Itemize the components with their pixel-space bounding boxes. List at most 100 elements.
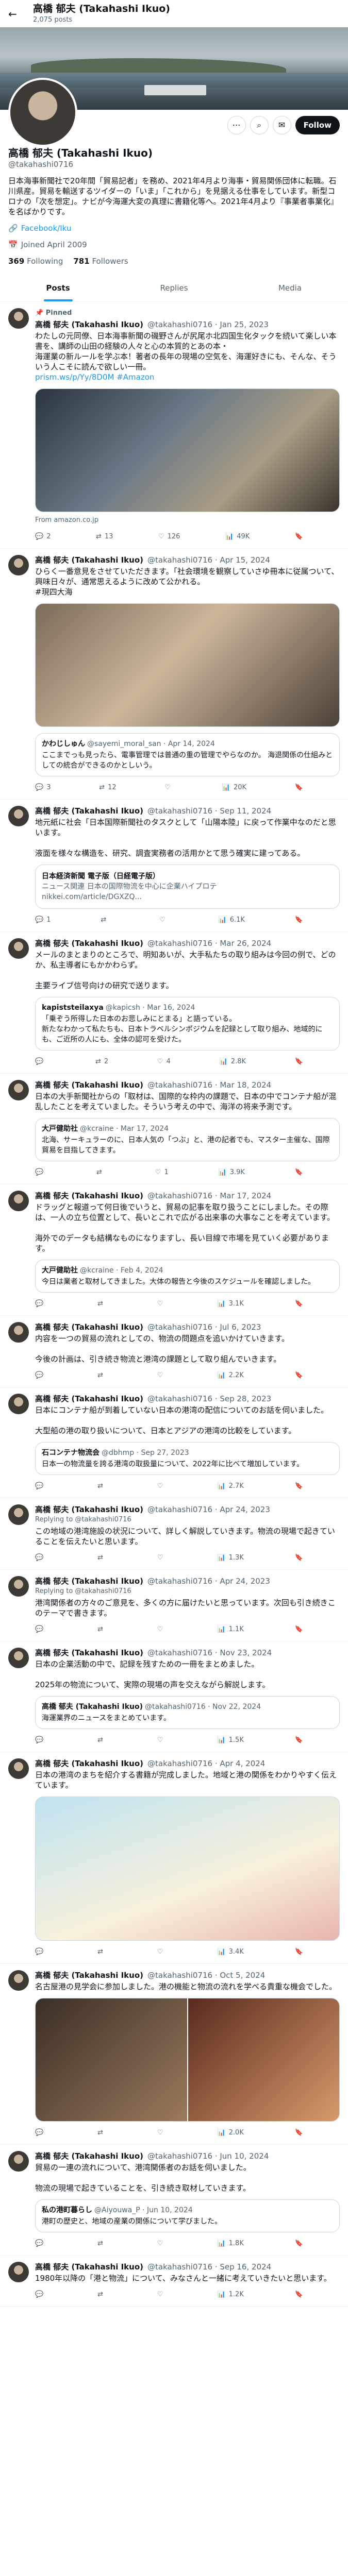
media-grid[interactable] bbox=[35, 1998, 340, 2122]
views-action[interactable]: 📊 2.2K bbox=[217, 1370, 243, 1381]
rt-action[interactable]: ⇄ bbox=[97, 1481, 106, 1492]
reply-action[interactable]: 💬 bbox=[35, 2128, 46, 2138]
author-handle[interactable]: @takahashi0716 · Mar 18, 2024 bbox=[147, 1080, 271, 1090]
author-name[interactable]: 高橋 郁夫 (Takahashi Ikuo) bbox=[35, 2151, 143, 2161]
tweet[interactable]: 高橋 郁夫 (Takahashi Ikuo) @takahashi0716 · M… bbox=[0, 1074, 348, 1184]
author-name[interactable]: 高橋 郁夫 (Takahashi Ikuo) bbox=[35, 2262, 143, 2272]
reply-action[interactable]: 💬 bbox=[35, 1299, 46, 1309]
author-handle[interactable]: @takahashi0716 · Sep 11, 2024 bbox=[147, 806, 271, 816]
author-name[interactable]: 高橋 郁夫 (Takahashi Ikuo) bbox=[35, 1322, 143, 1332]
author-handle[interactable]: @takahashi0716 · Apr 24, 2023 bbox=[147, 1504, 270, 1515]
like-action[interactable]: ♡ bbox=[157, 1735, 167, 1745]
following-count[interactable]: 369 Following bbox=[8, 256, 63, 266]
rt-action[interactable]: ⇄ bbox=[97, 1553, 106, 1563]
bookmark-icon[interactable]: 🔖 bbox=[295, 1370, 303, 1381]
back-arrow-icon[interactable]: ← bbox=[8, 9, 19, 19]
rt-action[interactable]: ⇄ bbox=[97, 2128, 106, 2138]
rt-action[interactable]: ⇄ bbox=[97, 1299, 106, 1309]
author-name[interactable]: 高橋 郁夫 (Takahashi Ikuo) bbox=[35, 319, 143, 330]
like-action[interactable]: ♡ bbox=[157, 1553, 167, 1563]
bookmark-icon[interactable]: 🔖 bbox=[295, 1299, 303, 1309]
rt-action[interactable]: ⇄ 2 bbox=[95, 1057, 108, 1067]
views-action[interactable]: 📊 2.8K bbox=[220, 1057, 246, 1067]
author-name[interactable]: 高橋 郁夫 (Takahashi Ikuo) bbox=[35, 1504, 143, 1515]
tweet[interactable]: 高橋 郁夫 (Takahashi Ikuo) @takahashi0716 · J… bbox=[0, 2145, 348, 2256]
author-name[interactable]: 高橋 郁夫 (Takahashi Ikuo) bbox=[35, 1758, 143, 1769]
avatar[interactable] bbox=[8, 1576, 29, 1597]
tweet[interactable]: 高橋 郁夫 (Takahashi Ikuo) @takahashi0716 · N… bbox=[0, 1641, 348, 1752]
rt-action[interactable]: ⇄ bbox=[97, 1370, 106, 1381]
more-options-icon[interactable]: ⋯ bbox=[227, 116, 246, 134]
reply-action[interactable]: 💬 bbox=[35, 1370, 46, 1381]
like-action[interactable]: ♡ bbox=[159, 915, 169, 925]
reply-action[interactable]: 💬 bbox=[35, 1167, 46, 1178]
bookmark-icon[interactable]: 🔖 bbox=[295, 1481, 303, 1492]
bookmark-icon[interactable]: 🔖 bbox=[295, 1167, 303, 1178]
rt-action[interactable]: ⇄ bbox=[97, 1624, 106, 1635]
like-action[interactable]: ♡ bbox=[157, 2239, 167, 2249]
tweet[interactable]: 高橋 郁夫 (Takahashi Ikuo) @takahashi0716 · S… bbox=[0, 1387, 348, 1498]
author-handle[interactable]: @takahashi0716 · Oct 5, 2024 bbox=[147, 1970, 265, 1980]
tweet-link[interactable]: prism.ws/p/Yy/8D0M #Amazon bbox=[35, 372, 340, 382]
author-name[interactable]: 高橋 郁夫 (Takahashi Ikuo) bbox=[35, 1191, 143, 1201]
avatar[interactable] bbox=[8, 1648, 29, 1668]
rt-action[interactable]: ⇄ bbox=[97, 2290, 106, 2300]
bookmark-icon[interactable]: 🔖 bbox=[295, 2290, 303, 2300]
tab-replies[interactable]: Replies bbox=[116, 275, 232, 301]
views-action[interactable]: 📊 6.1K bbox=[219, 915, 245, 925]
like-action[interactable]: ♡ 4 bbox=[157, 1057, 171, 1067]
profile-avatar[interactable] bbox=[8, 78, 77, 147]
like-action[interactable]: ♡ bbox=[157, 1299, 167, 1309]
views-action[interactable]: 📊 3.4K bbox=[217, 1947, 243, 1957]
quoted-tweet[interactable]: 石コンテナ物流会 @dbhmp · Sep 27, 2023 日本一の物流量を誇る港… bbox=[35, 1442, 340, 1475]
rt-action[interactable]: ⇄ bbox=[97, 1735, 106, 1745]
like-action[interactable]: ♡ bbox=[157, 1947, 167, 1957]
reply-action[interactable]: 💬 2 bbox=[35, 532, 51, 542]
rt-action[interactable]: ⇄ 12 bbox=[99, 783, 116, 793]
author-handle[interactable]: @takahashi0716 · Jan 25, 2023 bbox=[147, 319, 269, 330]
tweet[interactable]: 高橋 郁夫 (Takahashi Ikuo) @takahashi0716 · M… bbox=[0, 1184, 348, 1316]
like-action[interactable]: ♡ bbox=[157, 1624, 167, 1635]
follow-button[interactable]: Follow bbox=[295, 116, 340, 134]
reply-action[interactable]: 💬 bbox=[35, 1947, 46, 1957]
bookmark-icon[interactable]: 🔖 bbox=[295, 2239, 303, 2249]
avatar[interactable] bbox=[8, 1970, 29, 1991]
views-action[interactable]: 📊 2.0K bbox=[217, 2128, 243, 2138]
tab-posts[interactable]: Posts bbox=[0, 275, 116, 301]
views-action[interactable]: 📊 3.9K bbox=[219, 1167, 245, 1178]
avatar[interactable] bbox=[8, 938, 29, 959]
reply-action[interactable]: 💬 bbox=[35, 1735, 46, 1745]
tweet[interactable]: 高橋 郁夫 (Takahashi Ikuo) @takahashi0716 · M… bbox=[0, 932, 348, 1074]
author-name[interactable]: 高橋 郁夫 (Takahashi Ikuo) bbox=[35, 555, 143, 565]
author-name[interactable]: 高橋 郁夫 (Takahashi Ikuo) bbox=[35, 1648, 143, 1658]
reply-action[interactable]: 💬 1 bbox=[35, 915, 51, 925]
reply-action[interactable]: 💬 bbox=[35, 1481, 46, 1492]
quoted-tweet[interactable]: kapiststeilaxya @kapicsh · Mar 16, 2024 「乗… bbox=[35, 997, 340, 1050]
author-handle[interactable]: @takahashi0716 · Sep 28, 2023 bbox=[147, 1394, 271, 1404]
media-image[interactable] bbox=[35, 388, 340, 512]
quoted-tweet[interactable]: かわじしゅん @sayemi_moral_san · Apr 14, 2024 ここ… bbox=[35, 733, 340, 776]
notify-icon[interactable]: ✉ bbox=[272, 116, 291, 134]
avatar[interactable] bbox=[8, 1758, 29, 1779]
reply-action[interactable]: 💬 bbox=[35, 1553, 46, 1563]
author-name[interactable]: 高橋 郁夫 (Takahashi Ikuo) bbox=[35, 1080, 143, 1090]
avatar[interactable] bbox=[8, 555, 29, 575]
avatar[interactable] bbox=[8, 806, 29, 826]
media-image[interactable] bbox=[35, 603, 340, 727]
rt-action[interactable]: ⇄ bbox=[96, 1167, 105, 1178]
tweet[interactable]: 高橋 郁夫 (Takahashi Ikuo) @takahashi0716 · S… bbox=[0, 800, 348, 932]
like-action[interactable]: ♡ bbox=[164, 783, 174, 793]
rt-action[interactable]: ⇄ bbox=[97, 1947, 106, 1957]
avatar[interactable] bbox=[8, 1394, 29, 1414]
reply-action[interactable]: 💬 bbox=[35, 2290, 46, 2300]
author-handle[interactable]: @takahashi0716 · Apr 4, 2024 bbox=[147, 1758, 265, 1769]
reply-action[interactable]: 💬 bbox=[35, 1057, 46, 1067]
media-image[interactable] bbox=[35, 1797, 340, 1941]
rt-action[interactable]: ⇄ bbox=[97, 2239, 106, 2249]
tweet[interactable]: 高橋 郁夫 (Takahashi Ikuo) @takahashi0716 · A… bbox=[0, 1498, 348, 1570]
author-name[interactable]: 高橋 郁夫 (Takahashi Ikuo) bbox=[35, 1394, 143, 1404]
bookmark-icon[interactable]: 🔖 bbox=[295, 1735, 303, 1745]
reply-action[interactable]: 💬 bbox=[35, 1624, 46, 1635]
views-action[interactable]: 📊 1.5K bbox=[217, 1735, 243, 1745]
avatar[interactable] bbox=[8, 1191, 29, 1211]
